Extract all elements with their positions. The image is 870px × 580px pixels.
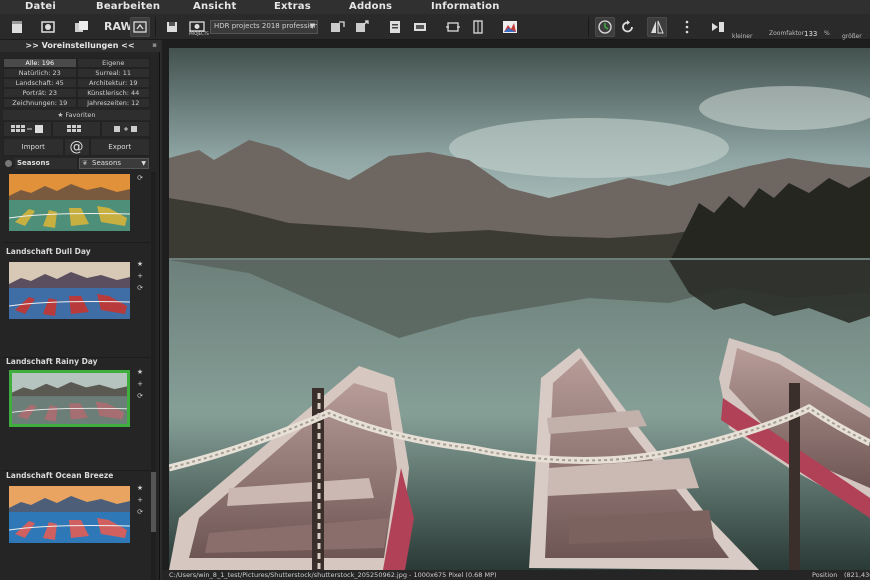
category-artistic[interactable]: Künstlerisch: 44 <box>76 88 150 98</box>
frame-icon[interactable] <box>410 17 430 37</box>
raw-button[interactable]: RAW <box>104 20 133 33</box>
category-all[interactable]: Alle: 196 <box>3 58 77 68</box>
toolbar-divider <box>588 17 589 37</box>
email-button[interactable]: @ <box>63 138 90 156</box>
new-file-icon[interactable] <box>7 17 27 37</box>
seasons-toggle-icon[interactable] <box>5 160 12 167</box>
preset-actions <box>3 121 150 137</box>
category-drawings[interactable]: Zeichnungen: 19 <box>3 98 77 108</box>
category-seasons[interactable]: Jahreszeiten: 12 <box>76 98 150 108</box>
add-icon[interactable]: + <box>134 494 146 506</box>
panel-title: >> Voreinstellungen << ▪ <box>0 40 160 52</box>
crop-icon[interactable] <box>443 17 463 37</box>
main-image[interactable] <box>169 48 870 570</box>
zoom-unit: % <box>824 30 830 37</box>
preset-thumbnail[interactable] <box>9 486 130 543</box>
save-preset-icon[interactable] <box>3 121 52 137</box>
category-architecture[interactable]: Architektur: 19 <box>76 78 150 88</box>
presets-panel: >> Voreinstellungen << ▪ Alle: 196 Eigen… <box>0 40 160 580</box>
panel-title-text: >> Voreinstellungen << <box>25 41 135 50</box>
scrollbar-thumb[interactable] <box>151 472 156 532</box>
add-icon[interactable]: + <box>134 378 146 390</box>
save-icon[interactable] <box>162 17 182 37</box>
star-icon[interactable]: ★ <box>134 366 146 378</box>
print-icon[interactable] <box>385 17 405 37</box>
mirror-icon[interactable] <box>468 17 488 37</box>
add-icon[interactable]: + <box>134 270 146 282</box>
refresh-icon[interactable]: ⟳ <box>134 506 146 518</box>
chevron-down-icon: ▼ <box>309 22 315 30</box>
zoom-bigger-label: größer <box>842 33 862 40</box>
star-icon[interactable]: ★ <box>134 258 146 270</box>
preset-thumbnail-selected[interactable] <box>9 370 130 427</box>
menu-addons[interactable]: Addons <box>349 1 392 12</box>
history-icon[interactable] <box>595 17 615 37</box>
category-portrait[interactable]: Porträt: 23 <box>3 88 77 98</box>
chevron-down-icon: ▼ <box>141 160 146 167</box>
import-export-row: Import @ Export <box>3 138 150 156</box>
menu-extras[interactable]: Extras <box>274 1 311 12</box>
position-label: Position <box>812 571 838 579</box>
refresh-icon[interactable]: ⟳ <box>134 282 146 294</box>
load-preset-icon[interactable] <box>52 121 101 137</box>
favorites-button[interactable]: ★ Favoriten <box>3 110 150 120</box>
category-landscape[interactable]: Landschaft: 45 <box>3 78 77 88</box>
add-preset-icon[interactable] <box>101 121 150 137</box>
preset-thumbnail[interactable] <box>9 262 130 319</box>
menu-information[interactable]: Information <box>431 1 500 12</box>
menu-bearbeiten[interactable]: Bearbeiten <box>96 1 160 12</box>
toolbar-divider <box>155 17 156 37</box>
refresh-icon[interactable]: ⟳ <box>134 390 146 402</box>
seasons-select[interactable]: ❦ Seasons ▼ <box>79 158 149 169</box>
category-natural[interactable]: Natürlich: 23 <box>3 68 77 78</box>
export-icon[interactable] <box>327 17 347 37</box>
compare-icon[interactable] <box>130 17 150 37</box>
pin-icon[interactable]: ▪ <box>152 41 157 49</box>
status-bar: C:/Users/win_8_1_test/Pictures/Shutterst… <box>162 570 870 580</box>
menu-ansicht[interactable]: Ansicht <box>193 1 236 12</box>
preset-name: Landschaft Ocean Breeze <box>6 471 114 480</box>
category-own[interactable]: Eigene <box>76 58 150 68</box>
file-path: C:/Users/win_8_1_test/Pictures/Shutterst… <box>169 571 497 579</box>
split-view-icon[interactable] <box>647 17 667 37</box>
divider <box>3 242 150 243</box>
zoom-icon[interactable] <box>708 17 728 37</box>
preset-scrollbar[interactable] <box>151 172 156 580</box>
zoom-smaller-label: kleiner <box>732 33 753 40</box>
seasons-label: Seasons <box>15 158 77 169</box>
zoom-factor-label: Zoomfaktor <box>769 30 805 37</box>
tone-icon[interactable] <box>500 17 520 37</box>
refresh-icon[interactable]: ⟳ <box>134 172 146 184</box>
seasons-select-value: Seasons <box>92 159 122 167</box>
seasons-filter: Seasons ❦ Seasons ▼ <box>3 158 150 169</box>
batch-icon[interactable] <box>72 17 92 37</box>
open-icon[interactable] <box>38 17 58 37</box>
preset-name: Landschaft Rainy Day <box>6 357 98 366</box>
menu-datei[interactable]: Datei <box>25 1 56 12</box>
category-grid: Alle: 196 Eigene Natürlich: 23 Surreal: … <box>3 58 150 108</box>
leaf-icon: ❦ <box>82 159 88 167</box>
redo-icon[interactable] <box>618 17 638 37</box>
projects-label: PROJECTS <box>189 31 209 36</box>
preset-thumbnail[interactable] <box>9 174 130 231</box>
preset-select[interactable]: HDR projects 2018 professional ▼ <box>210 20 318 34</box>
share-icon[interactable] <box>352 17 372 37</box>
import-button[interactable]: Import <box>3 138 64 156</box>
preset-name: Landschaft Dull Day <box>6 247 91 256</box>
image-canvas[interactable] <box>162 40 870 570</box>
toolbar: RAW PROJECTS HDR projects 2018 professio… <box>0 14 870 48</box>
preset-select-value: HDR projects 2018 professional <box>214 22 318 30</box>
export-button[interactable]: Export <box>89 138 150 156</box>
star-icon[interactable]: ★ <box>134 482 146 494</box>
position-coord: (821,436) <box>844 571 870 579</box>
zoom-value[interactable]: 133 <box>804 30 817 38</box>
more-icon[interactable] <box>677 17 697 37</box>
preset-list: ⟳ Landschaft Dull Day ★ + ⟳ Landschaft R… <box>3 172 150 580</box>
menu-bar: Datei Bearbeiten Ansicht Extras Addons I… <box>0 0 870 14</box>
category-surreal[interactable]: Surreal: 11 <box>76 68 150 78</box>
